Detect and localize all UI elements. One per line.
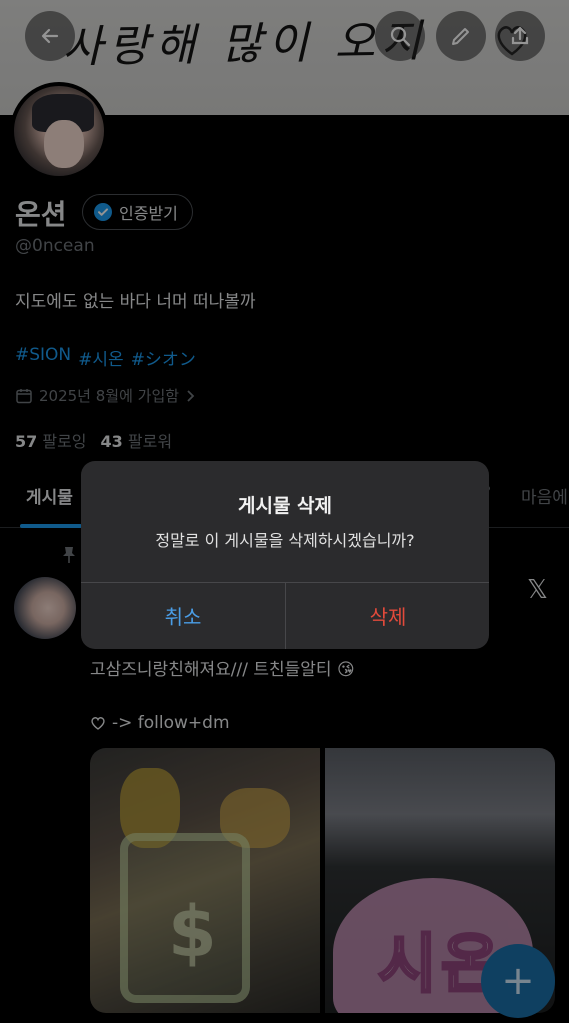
dialog-title: 게시물 삭제 <box>237 495 332 517</box>
dialog-message: 정말로 이 게시물을 삭제하시겠습니까? <box>155 531 415 550</box>
delete-post-dialog: 게시물 삭제 정말로 이 게시물을 삭제하시겠습니까? 취소 삭제 <box>81 461 489 649</box>
delete-button[interactable]: 삭제 <box>286 582 489 649</box>
cancel-button[interactable]: 취소 <box>81 582 285 649</box>
